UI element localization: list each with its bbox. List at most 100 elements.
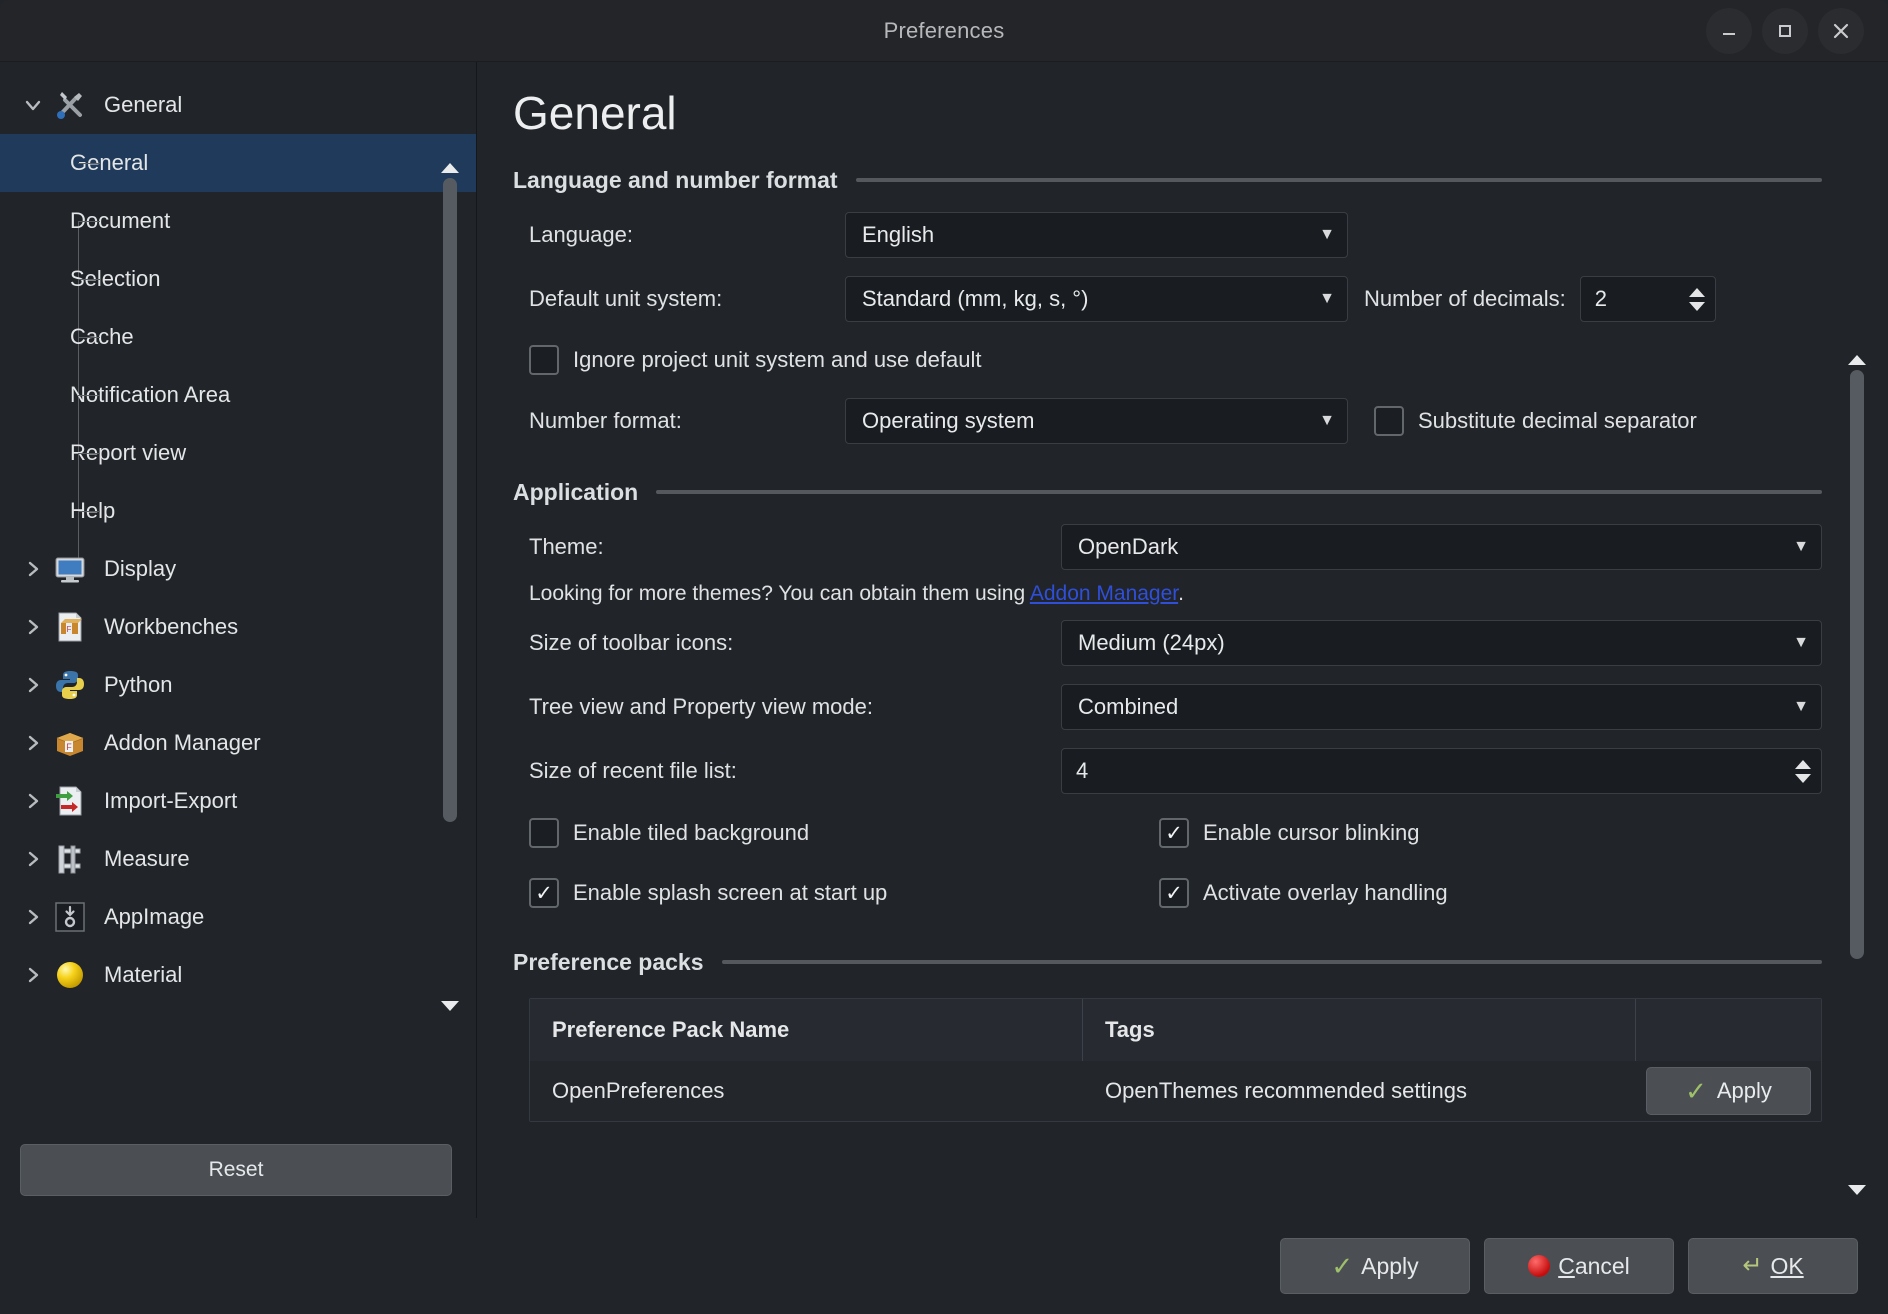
chevron-right-icon[interactable] <box>18 733 48 753</box>
toolbar-icons-select[interactable]: Medium (24px) ▼ <box>1061 620 1822 666</box>
spinner-buttons[interactable] <box>1688 287 1715 311</box>
apply-button-label: Apply <box>1361 1252 1419 1279</box>
substitute-separator-checkbox[interactable]: Substitute decimal separator <box>1374 406 1697 436</box>
column-header-tags[interactable]: Tags <box>1083 999 1636 1061</box>
column-header-name[interactable]: Preference Pack Name <box>530 999 1083 1061</box>
decimals-spinner[interactable]: 2 <box>1579 276 1716 322</box>
sidebar-scroll-thumb[interactable] <box>443 178 457 823</box>
tiled-background-checkbox[interactable]: Enable tiled background <box>529 818 1159 848</box>
scroll-down-icon[interactable] <box>1847 1184 1867 1196</box>
number-format-select[interactable]: Operating system ▼ <box>845 398 1348 444</box>
preference-packs-table: Preference Pack Name Tags OpenPreference… <box>529 998 1822 1122</box>
row-unit-system: Default unit system: Standard (mm, kg, s… <box>513 268 1822 330</box>
checkbox-box[interactable]: ✓ <box>1159 818 1189 848</box>
cancel-rest: ancel <box>1574 1252 1630 1279</box>
sidebar-item-import-export[interactable]: Import-Export <box>0 772 476 830</box>
ok-label-text: OK <box>1770 1252 1804 1279</box>
ignore-unit-checkbox[interactable]: Ignore project unit system and use defau… <box>529 345 981 375</box>
splash-screen-checkbox[interactable]: ✓ Enable splash screen at start up <box>529 878 1159 908</box>
sidebar-item-appimage[interactable]: AppImage <box>0 888 476 946</box>
sidebar-item-material[interactable]: Material <box>0 946 476 1004</box>
unit-system-select[interactable]: Standard (mm, kg, s, °) ▼ <box>845 276 1348 322</box>
sidebar-item-report-view[interactable]: Report view <box>0 424 476 482</box>
sidebar-item-addon-manager[interactable]: F Addon Manager <box>0 714 476 772</box>
unit-system-label: Default unit system: <box>529 286 723 311</box>
checkbox-box[interactable]: ✓ <box>529 878 559 908</box>
sidebar-item-document[interactable]: Document <box>0 192 476 250</box>
group-title: Preference packs <box>513 948 704 975</box>
theme-select[interactable]: OpenDark ▼ <box>1061 524 1822 570</box>
group-title: Application <box>513 478 639 505</box>
spinner-up-icon[interactable] <box>1795 759 1811 769</box>
addon-manager-link[interactable]: Addon Manager <box>1030 582 1178 605</box>
close-icon[interactable] <box>1818 7 1864 54</box>
main-scroll-track[interactable] <box>1844 366 1870 1184</box>
stop-icon <box>1528 1255 1551 1277</box>
sidebar-item-general[interactable]: General <box>0 134 476 192</box>
theme-label: Theme: <box>529 534 604 559</box>
python-icon <box>48 665 92 705</box>
column-header-actions[interactable] <box>1636 999 1821 1061</box>
group-preference-packs: Preference packs Preference Pack Name Ta… <box>513 940 1822 1122</box>
sidebar-scrollbar[interactable] <box>437 162 463 1012</box>
row-ignore-unit: Ignore project unit system and use defau… <box>513 332 1822 388</box>
sidebar-item-selection[interactable]: Selection <box>0 250 476 308</box>
checkbox-box[interactable] <box>529 345 559 375</box>
chevron-right-icon[interactable] <box>18 965 48 985</box>
title-bar: Preferences <box>0 0 1888 62</box>
sidebar-item-measure[interactable]: Measure <box>0 830 476 888</box>
chevron-right-icon[interactable] <box>18 907 48 927</box>
cancel-button[interactable]: Cancel <box>1484 1238 1674 1294</box>
tree-branch-line <box>78 163 100 164</box>
reset-button-container: Reset <box>0 1132 476 1218</box>
scroll-up-icon[interactable] <box>1847 354 1867 366</box>
checkbox-box[interactable] <box>529 818 559 848</box>
spinner-up-icon[interactable] <box>1688 287 1705 297</box>
sidebar-item-help[interactable]: Help <box>0 482 476 540</box>
spinner-down-icon[interactable] <box>1795 773 1811 783</box>
workbenches-icon: F <box>48 607 92 647</box>
spinner-buttons[interactable] <box>1795 759 1821 783</box>
main-scrollbar[interactable] <box>1844 354 1870 1196</box>
sidebar-item-cache[interactable]: Cache <box>0 308 476 366</box>
sidebar-item-display[interactable]: Display <box>0 540 476 598</box>
row-checks-1: Enable tiled background ✓ Enable cursor … <box>513 804 1822 862</box>
ok-button-label: OK <box>1770 1253 1803 1280</box>
checkbox-box[interactable] <box>1374 406 1404 436</box>
chevron-right-icon[interactable] <box>18 559 48 579</box>
cursor-blinking-checkbox[interactable]: ✓ Enable cursor blinking <box>1159 818 1419 848</box>
table-row[interactable]: OpenPreferences OpenThemes recommended s… <box>530 1061 1821 1121</box>
overlay-handling-label: Activate overlay handling <box>1203 880 1448 905</box>
sidebar-item-general-group[interactable]: General <box>0 76 476 134</box>
chevron-right-icon[interactable] <box>18 849 48 869</box>
chevron-right-icon[interactable] <box>18 617 48 637</box>
tiled-background-label: Enable tiled background <box>573 820 810 845</box>
recent-file-list-spinner[interactable]: 4 <box>1061 748 1822 794</box>
chevron-down-icon[interactable] <box>18 95 48 115</box>
maximize-icon[interactable] <box>1762 7 1808 54</box>
ok-button[interactable]: ↵ OK <box>1688 1238 1858 1294</box>
chevron-right-icon[interactable] <box>18 791 48 811</box>
apply-button[interactable]: ✓ Apply <box>1280 1238 1470 1294</box>
unit-system-value: Standard (mm, kg, s, °) <box>862 286 1089 311</box>
tree-view-mode-select[interactable]: Combined ▼ <box>1061 684 1822 730</box>
language-select[interactable]: English ▼ <box>845 212 1348 258</box>
sidebar-scroll-track[interactable] <box>437 174 463 1000</box>
sidebar-item-notification-area[interactable]: Notification Area <box>0 366 476 424</box>
checkbox-box[interactable]: ✓ <box>1159 878 1189 908</box>
chevron-right-icon[interactable] <box>18 675 48 695</box>
main-scroll-thumb[interactable] <box>1850 370 1864 959</box>
row-tree-view-mode: Tree view and Property view mode: Combin… <box>513 676 1822 738</box>
overlay-handling-checkbox[interactable]: ✓ Activate overlay handling <box>1159 878 1448 908</box>
scroll-up-icon[interactable] <box>440 162 460 174</box>
minimize-icon[interactable] <box>1706 7 1752 54</box>
sidebar-item-python[interactable]: Python <box>0 656 476 714</box>
tools-icon <box>48 85 92 125</box>
scroll-down-icon[interactable] <box>440 1000 460 1012</box>
group-application: Application Theme: OpenDark ▼ Looking fo… <box>513 470 1822 922</box>
spinner-down-icon[interactable] <box>1688 301 1705 311</box>
reset-button[interactable]: Reset <box>20 1144 452 1196</box>
sidebar-item-workbenches[interactable]: F Workbenches <box>0 598 476 656</box>
chevron-down-icon: ▼ <box>1319 290 1335 307</box>
apply-pack-button[interactable]: ✓ Apply <box>1646 1067 1811 1115</box>
